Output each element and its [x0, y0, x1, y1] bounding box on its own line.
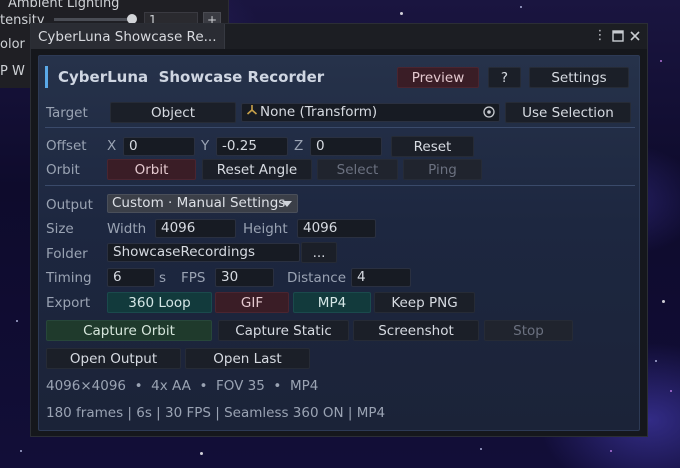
- maximize-icon[interactable]: [611, 28, 625, 44]
- star: [662, 300, 665, 303]
- stop-button[interactable]: Stop: [484, 320, 573, 341]
- intensity-slider-track[interactable]: [54, 18, 132, 21]
- divider: [45, 185, 635, 186]
- star: [480, 448, 482, 450]
- preview-button[interactable]: Preview: [397, 67, 479, 88]
- target-label: Target: [46, 105, 88, 121]
- screenshot-button[interactable]: Screenshot: [353, 320, 479, 341]
- reset-offset-button[interactable]: Reset: [391, 136, 474, 157]
- target-object-field[interactable]: None (Transform): [241, 103, 500, 122]
- settings-button[interactable]: Settings: [529, 67, 629, 88]
- orbit-label: Orbit: [46, 162, 80, 178]
- capture-summary: 4096×4096 • 4x AA • FOV 35 • MP4: [46, 378, 319, 394]
- offset-x-field[interactable]: 0: [123, 137, 195, 156]
- use-selection-button[interactable]: Use Selection: [505, 102, 631, 123]
- orbit-button[interactable]: Orbit: [107, 159, 196, 180]
- capture-orbit-button[interactable]: Capture Orbit: [46, 320, 212, 341]
- star: [16, 320, 18, 322]
- keep-png-toggle[interactable]: Keep PNG: [374, 292, 475, 313]
- folder-label: Folder: [46, 246, 88, 262]
- object-button[interactable]: Object: [110, 102, 236, 123]
- open-last-button[interactable]: Open Last: [185, 348, 310, 369]
- size-label: Size: [46, 221, 74, 237]
- star: [655, 360, 657, 362]
- output-label: Output: [46, 197, 93, 213]
- capture-details: 180 frames | 6s | 30 FPS | Seamless 360 …: [46, 405, 386, 421]
- seconds-unit-label: s: [159, 270, 167, 286]
- star: [610, 450, 612, 452]
- star: [400, 12, 403, 15]
- timing-label: Timing: [46, 270, 92, 286]
- width-field[interactable]: 4096: [155, 219, 236, 238]
- recorder-window: CyberLuna Showcase Re... ⋮ CyberLuna Sho…: [30, 23, 648, 437]
- folder-field[interactable]: ShowcaseRecordings: [107, 243, 300, 262]
- width-label: Width: [107, 221, 147, 237]
- distance-label: Distance: [287, 270, 347, 286]
- fps-field[interactable]: 30: [215, 268, 274, 287]
- star: [670, 390, 672, 392]
- offset-y-label: Y: [201, 138, 210, 154]
- star: [520, 6, 522, 8]
- chevron-down-icon: [282, 201, 292, 207]
- offset-label: Offset: [46, 138, 87, 154]
- ambient-lighting-label: Ambient Lighting: [8, 0, 120, 11]
- output-dropdown[interactable]: Custom · Manual Settings: [107, 194, 298, 213]
- help-button[interactable]: ?: [488, 67, 521, 88]
- title-accent-bar: [45, 66, 48, 88]
- page-title: CyberLuna Showcase Recorder: [58, 68, 325, 86]
- select-button[interactable]: Select: [317, 159, 398, 180]
- browse-folder-button[interactable]: ...: [301, 242, 337, 263]
- window-tab[interactable]: CyberLuna Showcase Re...: [31, 24, 225, 49]
- 360-loop-toggle[interactable]: 360 Loop: [107, 292, 212, 313]
- open-output-button[interactable]: Open Output: [46, 348, 181, 369]
- kebab-menu-icon[interactable]: ⋮: [593, 28, 607, 44]
- ping-button[interactable]: Ping: [403, 159, 482, 180]
- capture-static-button[interactable]: Capture Static: [218, 320, 349, 341]
- close-icon[interactable]: [628, 28, 642, 44]
- window-tab-bar: CyberLuna Showcase Re... ⋮: [31, 24, 647, 49]
- gif-toggle[interactable]: GIF: [215, 292, 289, 313]
- star: [660, 60, 662, 62]
- offset-z-field[interactable]: 0: [310, 137, 382, 156]
- offset-z-label: Z: [294, 138, 304, 154]
- star: [200, 452, 203, 455]
- transform-icon: [246, 104, 260, 121]
- offset-y-field[interactable]: -0.25: [216, 137, 288, 156]
- height-label: Height: [243, 221, 288, 237]
- recorder-panel: CyberLuna Showcase Recorder Preview ? Se…: [38, 55, 640, 431]
- duration-field[interactable]: 6: [107, 268, 155, 287]
- object-picker-icon[interactable]: [482, 105, 496, 121]
- height-field[interactable]: 4096: [297, 219, 376, 238]
- offset-x-label: X: [107, 138, 117, 154]
- reset-angle-button[interactable]: Reset Angle: [202, 159, 312, 180]
- distance-field[interactable]: 4: [351, 268, 411, 287]
- color-label: olor: [0, 37, 25, 52]
- target-field-value: None (Transform): [260, 104, 378, 120]
- divider: [45, 127, 635, 128]
- export-label: Export: [46, 295, 91, 311]
- p-label: P W: [0, 64, 25, 79]
- output-dropdown-value: Custom · Manual Settings: [112, 195, 286, 211]
- star: [20, 450, 22, 452]
- mp4-toggle[interactable]: MP4: [293, 292, 371, 313]
- fps-label: FPS: [181, 270, 206, 286]
